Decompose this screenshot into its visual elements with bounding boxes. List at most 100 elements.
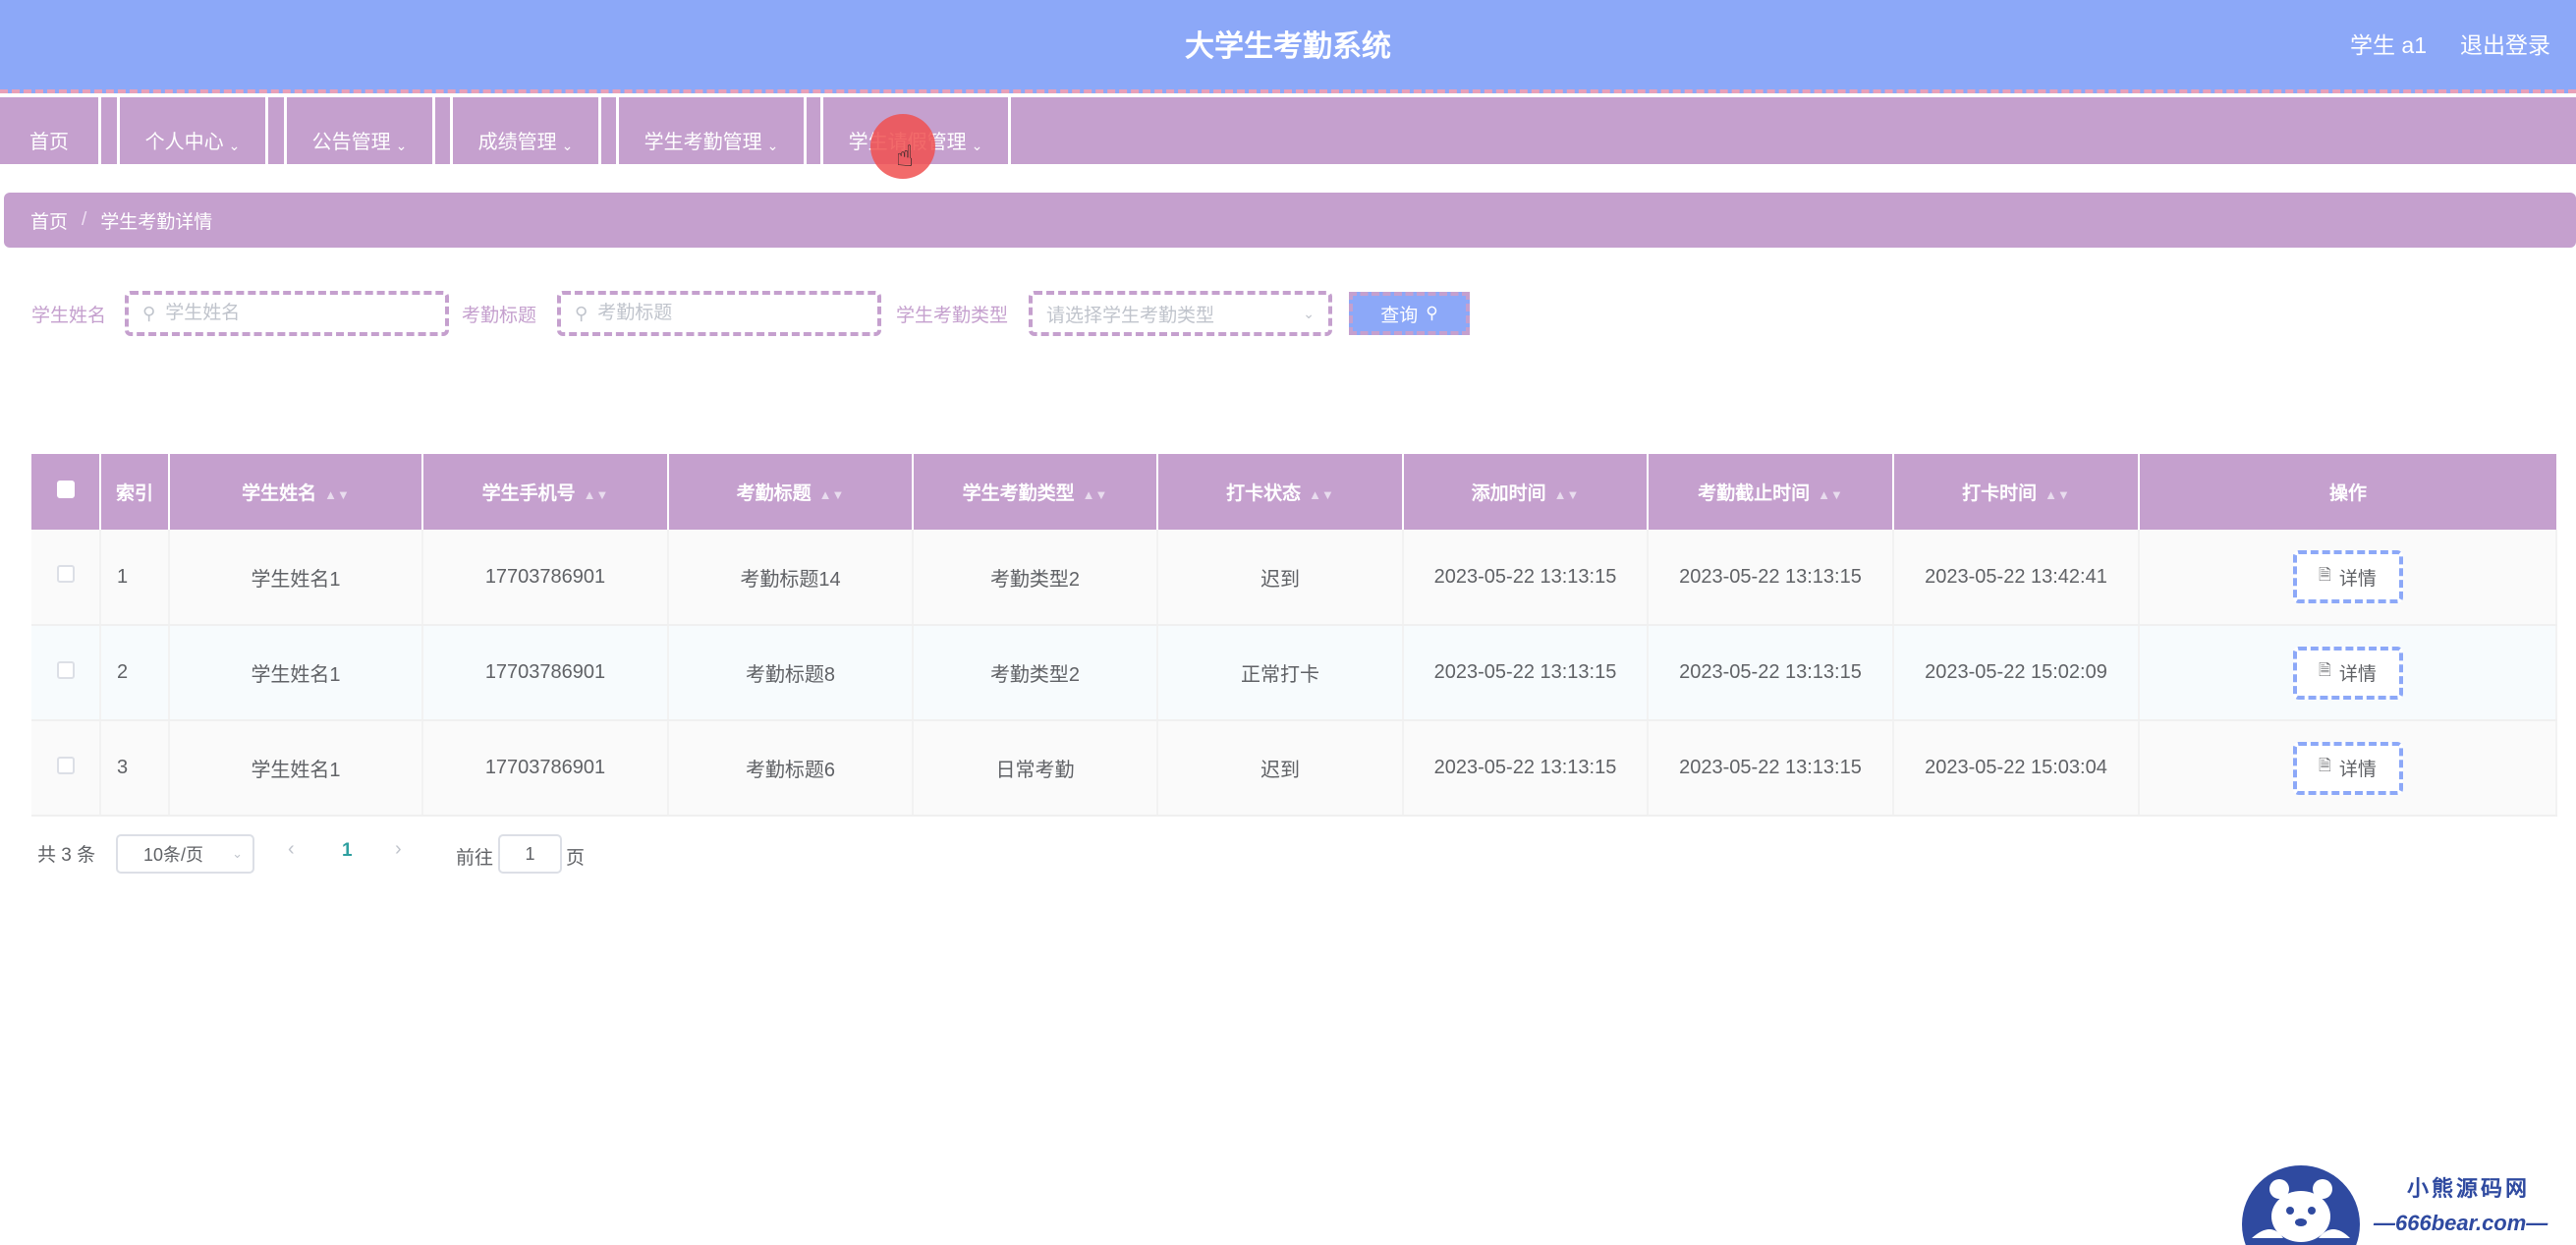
- main-nav: 首页 个人中心 ⌄ 公告管理 ⌄ 成绩管理 ⌄ 学生考勤管理 ⌄ 学生请假管理 …: [0, 97, 2576, 164]
- detail-button-label: 详情: [2338, 568, 2377, 590]
- row-checkbox[interactable]: [56, 756, 75, 774]
- watermark-site-name: 小熊源码网: [2407, 1176, 2531, 1201]
- current-user-label: 学生 a1: [2350, 32, 2427, 58]
- detail-button-label: 详情: [2338, 664, 2377, 685]
- cell-phone: 17703786901: [422, 625, 669, 721]
- column-header-index: 索引: [100, 454, 170, 530]
- table-header-row: 索引 学生姓名 ▲▼ 学生手机号 ▲▼ 考勤标题 ▲▼ 学生考勤类型 ▲▼ 打卡状态 ▲▼…: [31, 454, 2556, 530]
- cell-index: 1: [100, 530, 170, 626]
- cell-actions: 🗎 详情: [2139, 530, 2557, 626]
- chevron-down-icon: ⌄: [971, 138, 983, 153]
- goto-page-input[interactable]: 1: [498, 834, 562, 874]
- next-page-button[interactable]: ›: [395, 838, 402, 861]
- prev-page-button[interactable]: ‹: [288, 838, 295, 861]
- student-name-field[interactable]: ⚲: [125, 291, 449, 336]
- sort-icon[interactable]: ▲▼: [1083, 487, 1108, 502]
- row-select-cell[interactable]: [31, 530, 101, 626]
- row-checkbox[interactable]: [56, 565, 75, 583]
- detail-button[interactable]: 🗎 详情: [2292, 646, 2403, 700]
- nav-item-personal-center[interactable]: 个人中心 ⌄: [117, 97, 268, 164]
- page-size-select[interactable]: 10条/页 ⌄: [116, 834, 254, 874]
- column-header-student-name[interactable]: 学生姓名 ▲▼: [169, 454, 423, 530]
- attendance-type-select[interactable]: 请选择学生考勤类型 ⌄: [1029, 291, 1332, 336]
- cell-status: 迟到: [1157, 530, 1404, 626]
- cell-actions: 🗎 详情: [2139, 720, 2557, 817]
- cell-status: 迟到: [1157, 720, 1404, 817]
- cell-clock-time: 2023-05-22 15:03:04: [1893, 720, 2140, 817]
- chevron-down-icon: ⌄: [232, 846, 243, 861]
- breadcrumb: 首页 / 学生考勤详情: [4, 193, 2576, 248]
- cell-type: 日常考勤: [913, 720, 1158, 817]
- attendance-title-input[interactable]: [597, 303, 834, 324]
- row-select-cell[interactable]: [31, 625, 101, 721]
- goto-label: 前往: [456, 848, 494, 869]
- column-header-deadline[interactable]: 考勤截止时间 ▲▼: [1648, 454, 1894, 530]
- search-icon: ⚲: [1426, 304, 1438, 322]
- attendance-table: 索引 学生姓名 ▲▼ 学生手机号 ▲▼ 考勤标题 ▲▼ 学生考勤类型 ▲▼ 打卡状态 ▲▼…: [31, 454, 2557, 817]
- top-header: 大学生考勤系统 学生 a1 退出登录: [0, 0, 2576, 93]
- query-button-label: 查询: [1380, 305, 1419, 326]
- row-select-cell[interactable]: [31, 720, 101, 817]
- document-icon: 🗎: [2319, 662, 2331, 679]
- cell-actions: 🗎 详情: [2139, 625, 2557, 721]
- column-header-type[interactable]: 学生考勤类型 ▲▼: [913, 454, 1158, 530]
- cell-title: 考勤标题8: [668, 625, 914, 721]
- table-row: 1 学生姓名1 17703786901 考勤标题14 考勤类型2 迟到 2023…: [31, 530, 2557, 626]
- document-icon: 🗎: [2319, 758, 2331, 774]
- attendance-type-label: 学生考勤类型: [896, 306, 1009, 326]
- nav-item-label: 学生考勤管理: [644, 132, 762, 153]
- chevron-down-icon: ⌄: [1303, 306, 1315, 321]
- cell-phone: 17703786901: [422, 530, 669, 626]
- nav-item-label: 首页: [29, 132, 69, 153]
- chevron-down-icon: ⌄: [766, 138, 779, 153]
- breadcrumb-home[interactable]: 首页: [30, 207, 68, 234]
- cell-student-name: 学生姓名1: [169, 720, 423, 817]
- student-name-label: 学生姓名: [31, 306, 107, 326]
- detail-button-label: 详情: [2338, 760, 2377, 780]
- sort-icon[interactable]: ▲▼: [819, 487, 845, 502]
- sort-icon[interactable]: ▲▼: [324, 487, 350, 502]
- sort-icon[interactable]: ▲▼: [1818, 487, 1843, 502]
- logout-link[interactable]: 退出登录: [2460, 27, 2550, 60]
- cell-added-time: 2023-05-22 13:13:15: [1403, 530, 1649, 626]
- column-header-clock-time[interactable]: 打卡时间 ▲▼: [1893, 454, 2140, 530]
- detail-button[interactable]: 🗎 详情: [2292, 741, 2403, 795]
- student-name-input[interactable]: [165, 303, 402, 324]
- sort-icon[interactable]: ▲▼: [1309, 487, 1334, 502]
- cell-student-name: 学生姓名1: [169, 530, 423, 626]
- page-number-current[interactable]: 1: [342, 840, 353, 862]
- search-icon: ⚲: [575, 303, 588, 323]
- nav-item-notice-management[interactable]: 公告管理 ⌄: [284, 97, 435, 164]
- query-button[interactable]: 查询 ⚲: [1349, 292, 1470, 335]
- column-header-phone[interactable]: 学生手机号 ▲▼: [422, 454, 669, 530]
- watermark-site-url: —666bear.com—: [2374, 1211, 2548, 1235]
- attendance-title-field[interactable]: ⚲: [557, 291, 881, 336]
- column-header-status[interactable]: 打卡状态 ▲▼: [1157, 454, 1404, 530]
- select-all-checkbox[interactable]: [56, 480, 75, 498]
- sort-icon[interactable]: ▲▼: [2044, 487, 2070, 502]
- nav-item-grade-management[interactable]: 成绩管理 ⌄: [450, 97, 601, 164]
- cell-added-time: 2023-05-22 13:13:15: [1403, 720, 1649, 817]
- cell-type: 考勤类型2: [913, 530, 1158, 626]
- column-header-added-time[interactable]: 添加时间 ▲▼: [1403, 454, 1649, 530]
- pagination-total: 共 3 条: [37, 844, 96, 866]
- detail-button[interactable]: 🗎 详情: [2292, 550, 2403, 603]
- select-all-cell[interactable]: [31, 454, 101, 530]
- attendance-title-label: 考勤标题: [462, 306, 537, 326]
- sort-icon[interactable]: ▲▼: [1554, 487, 1580, 502]
- breadcrumb-separator: /: [82, 209, 87, 230]
- hand-pointer-icon: ☝: [896, 141, 915, 173]
- nav-item-label: 个人中心: [144, 132, 224, 153]
- nav-item-label: 公告管理: [311, 132, 391, 153]
- column-header-actions: 操作: [2139, 454, 2556, 530]
- nav-item-attendance-management[interactable]: 学生考勤管理 ⌄: [616, 97, 807, 164]
- nav-item-label: 成绩管理: [477, 132, 557, 153]
- column-header-title[interactable]: 考勤标题 ▲▼: [668, 454, 914, 530]
- cell-deadline: 2023-05-22 13:13:15: [1648, 720, 1894, 817]
- nav-item-home[interactable]: 首页: [0, 97, 101, 164]
- cell-added-time: 2023-05-22 13:13:15: [1403, 625, 1649, 721]
- sort-icon[interactable]: ▲▼: [584, 487, 609, 502]
- cell-index: 3: [100, 720, 170, 817]
- row-checkbox[interactable]: [56, 660, 75, 679]
- table-row: 2 学生姓名1 17703786901 考勤标题8 考勤类型2 正常打卡 202…: [31, 625, 2557, 721]
